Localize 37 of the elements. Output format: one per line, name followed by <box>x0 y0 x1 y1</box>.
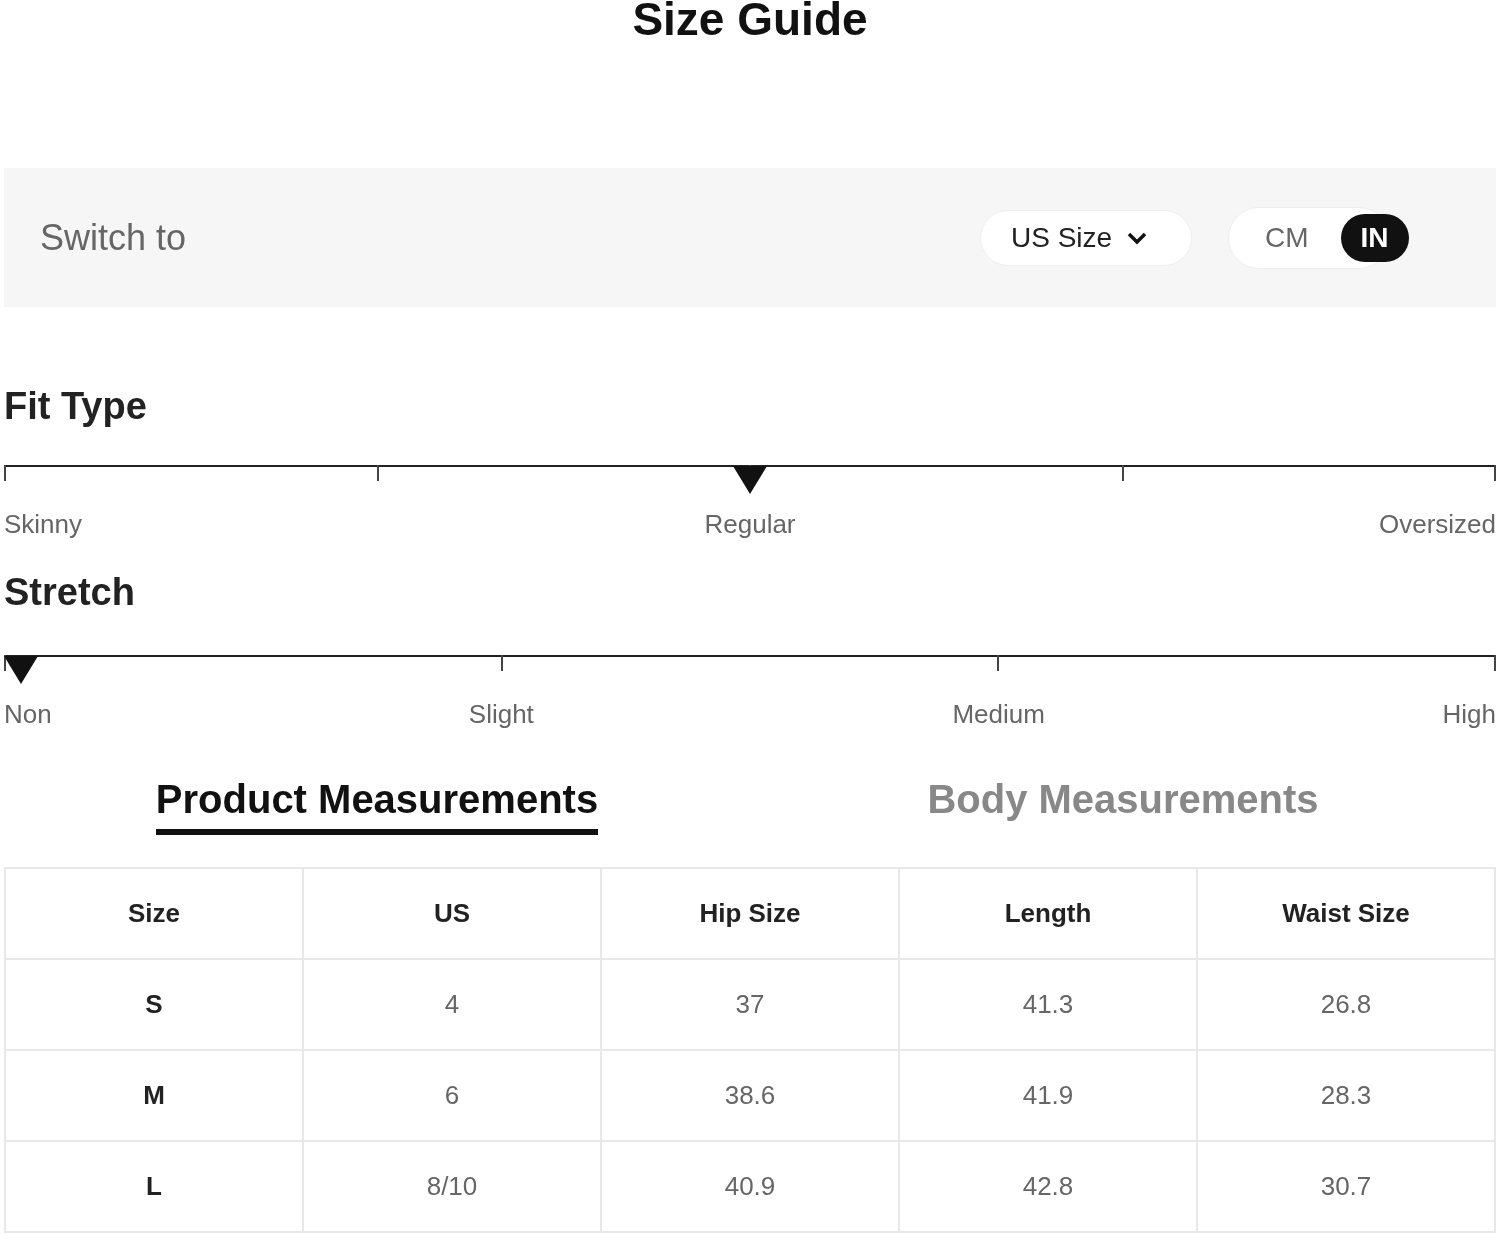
table-cell: L <box>5 1141 303 1232</box>
table-cell: 41.9 <box>899 1050 1197 1141</box>
table-cell: 8/10 <box>303 1141 601 1232</box>
unit-option[interactable]: IN <box>1340 213 1409 262</box>
measurement-tab[interactable]: Body Measurements <box>927 777 1319 835</box>
table-cell: 26.8 <box>1197 959 1495 1050</box>
scale-title: Stretch <box>4 570 136 615</box>
table-cell: 4 <box>303 959 601 1050</box>
unit-option[interactable]: CM <box>1249 213 1325 262</box>
page-title: Size Guide <box>632 0 868 42</box>
column-header: Hip Size <box>601 868 899 959</box>
table-cell: 30.7 <box>1197 1141 1495 1232</box>
table-cell: 6 <box>303 1050 601 1141</box>
table-cell: 41.3 <box>899 959 1197 1050</box>
scale-title: Fit Type <box>4 384 148 429</box>
switch-label: Switch to <box>40 216 188 259</box>
size-system-dropdown[interactable]: US Size <box>980 209 1192 266</box>
scale-label: Medium <box>952 699 1045 730</box>
table-cell: 28.3 <box>1197 1050 1495 1141</box>
column-header: US <box>303 868 601 959</box>
column-header: Waist Size <box>1197 868 1495 959</box>
table-cell: S <box>5 959 303 1050</box>
chevron-down-icon <box>1126 230 1149 245</box>
scale-label: Skinny <box>4 509 83 540</box>
column-header: Length <box>899 868 1197 959</box>
table-cell: 42.8 <box>899 1141 1197 1232</box>
table-cell: 40.9 <box>601 1141 899 1232</box>
scale-label: Regular <box>704 509 796 540</box>
scale-label: Slight <box>468 699 534 730</box>
table-cell: M <box>5 1050 303 1141</box>
measurement-tab[interactable]: Product Measurements <box>155 777 599 835</box>
table-cell: 37 <box>601 959 899 1050</box>
scale-label: Oversized <box>1378 509 1496 540</box>
table-cell: 38.6 <box>601 1050 899 1141</box>
scale-label: High <box>1442 699 1496 730</box>
scale-label: Non <box>4 699 52 730</box>
column-header: Size <box>5 868 303 959</box>
